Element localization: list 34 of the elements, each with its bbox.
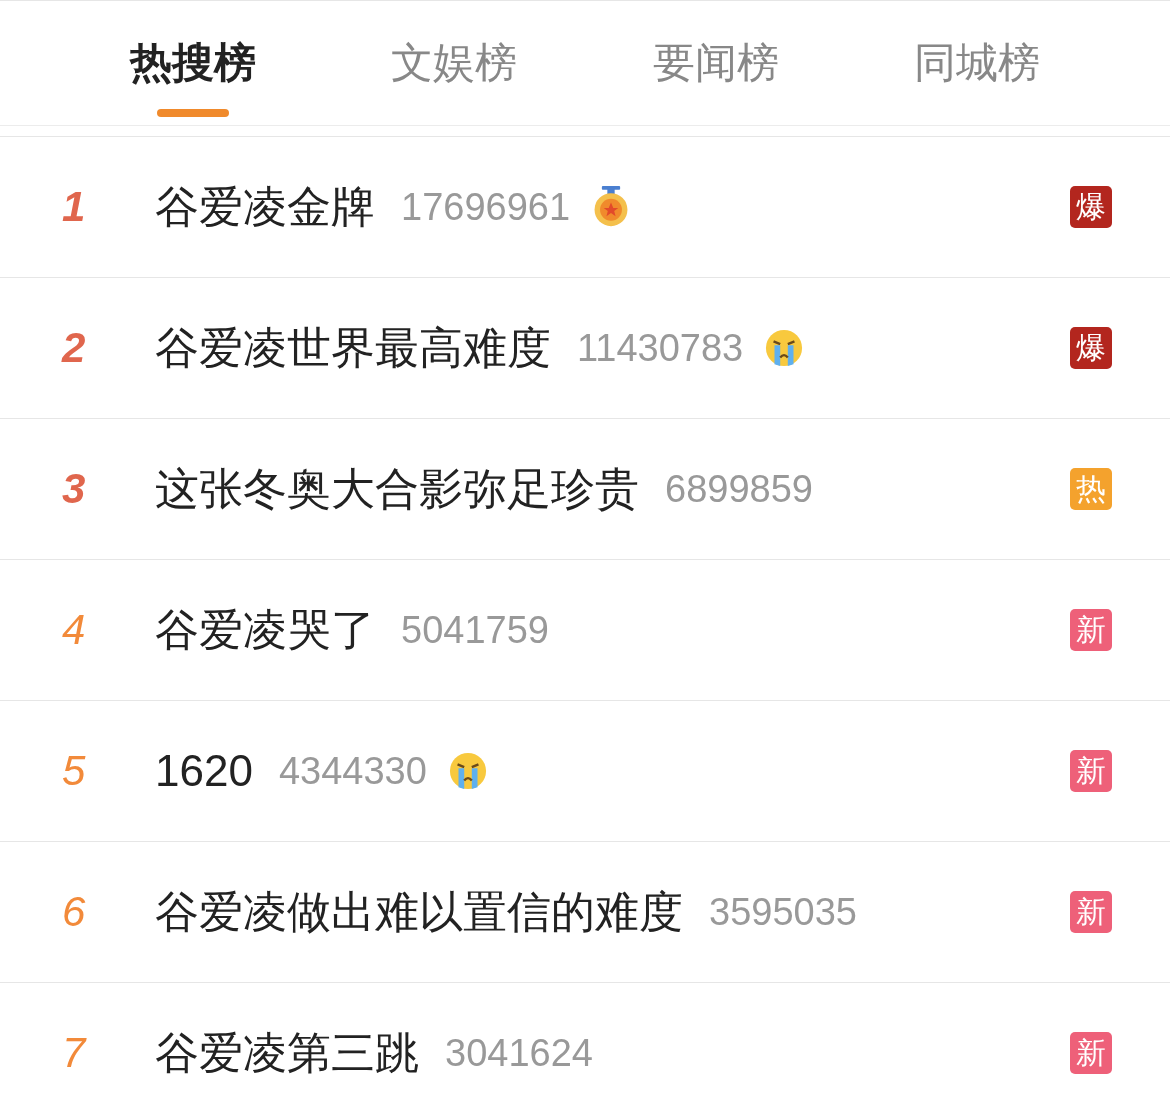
heat-count: 4344330 (278, 749, 427, 793)
topic-title[interactable]: 谷爱凌第三跳 (155, 1023, 419, 1083)
rank-number: 7 (61, 1029, 88, 1077)
crying-face-icon (448, 750, 487, 792)
crying-face-icon (765, 327, 804, 369)
heat-count: 3595035 (709, 890, 857, 934)
heat-count: 6899859 (665, 467, 813, 511)
rank-number: 3 (61, 465, 87, 513)
topic-title[interactable]: 谷爱凌金牌 (155, 177, 375, 237)
topic-title[interactable]: 谷爱凌做出难以置信的难度 (155, 882, 683, 942)
rank-number: 1 (61, 183, 87, 231)
rank-number: 4 (61, 606, 87, 654)
topic-title[interactable]: 谷爱凌世界最高难度 (155, 318, 551, 378)
tab[interactable]: 热搜榜 (62, 1, 324, 125)
topic-title[interactable]: 1620 (155, 746, 253, 796)
heat-count: 3041624 (445, 1031, 593, 1075)
tab[interactable]: 文娱榜 (323, 1, 585, 125)
tag-badge: 新 (1070, 1032, 1112, 1074)
heat-count: 17696961 (401, 185, 571, 229)
tag-badge: 新 (1070, 891, 1112, 933)
tag-badge: 新 (1070, 750, 1112, 792)
tag-badge: 爆 (1070, 186, 1112, 228)
rank-number: 5 (61, 747, 87, 795)
rank-number: 6 (61, 888, 87, 936)
tag-badge: 新 (1070, 609, 1112, 651)
topic-title[interactable]: 谷爱凌哭了 (155, 600, 375, 660)
tag-badge: 热 (1070, 468, 1112, 510)
heat-count: 11430783 (577, 326, 744, 370)
topic-title[interactable]: 这张冬奥大合影弥足珍贵 (155, 459, 639, 519)
rank-number: 2 (60, 324, 87, 372)
tab[interactable]: 同城榜 (846, 1, 1108, 125)
tag-badge: 爆 (1070, 327, 1112, 369)
heat-count: 5041759 (401, 608, 549, 652)
tab[interactable]: 要闻榜 (585, 1, 847, 125)
